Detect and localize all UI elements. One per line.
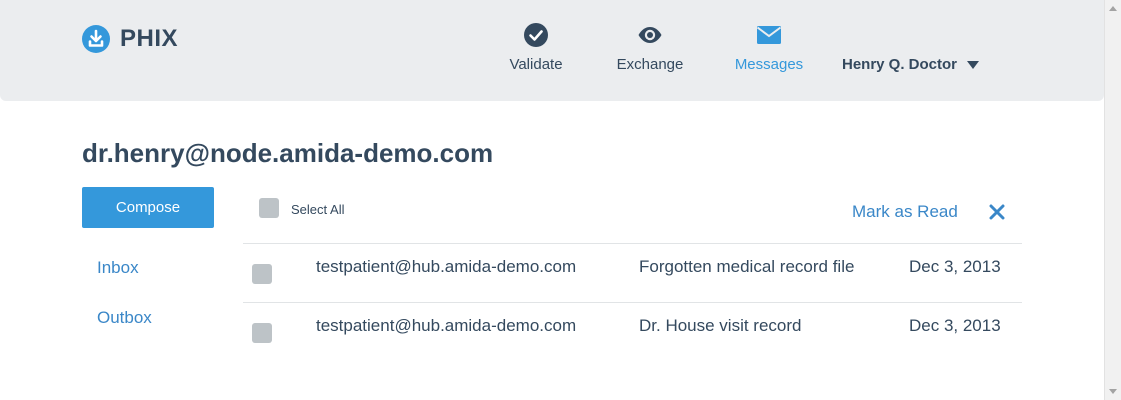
nav-exchange-label: Exchange [616, 56, 684, 73]
select-all-label: Select All [291, 202, 345, 217]
nav-messages[interactable]: Messages [722, 22, 816, 78]
folder-inbox[interactable]: Inbox [97, 258, 139, 278]
compose-button[interactable]: Compose [82, 187, 214, 228]
nav-messages-label: Messages [734, 56, 804, 73]
close-icon[interactable] [989, 204, 1005, 220]
vertical-scrollbar[interactable] [1104, 0, 1121, 400]
caret-down-icon [967, 60, 980, 69]
account-title: dr.henry@node.amida-demo.com [82, 138, 494, 168]
message-sender: testpatient@hub.amida-demo.com [316, 257, 577, 276]
message-row[interactable]: testpatient@hub.amida-demo.com Forgotten… [243, 244, 1022, 302]
message-checkbox[interactable] [252, 323, 272, 343]
message-subject: Forgotten medical record file [639, 257, 855, 276]
message-date: Dec 3, 2013 [909, 257, 1001, 276]
nav-validate[interactable]: Validate [494, 22, 578, 78]
scroll-down-arrow-icon[interactable] [1109, 389, 1117, 394]
page: PHIX Validate Exchange Messages Henry Q.… [0, 0, 1121, 400]
brand-name: PHIX [120, 25, 179, 52]
scroll-up-arrow-icon[interactable] [1109, 6, 1117, 11]
select-all-checkbox[interactable] [259, 198, 279, 218]
message-checkbox[interactable] [252, 264, 272, 284]
message-row[interactable]: testpatient@hub.amida-demo.com Dr. House… [243, 303, 1022, 361]
envelope-icon [756, 26, 782, 44]
folder-outbox[interactable]: Outbox [97, 308, 152, 328]
check-circle-icon [524, 23, 548, 47]
message-sender: testpatient@hub.amida-demo.com [316, 316, 577, 335]
top-navbar: PHIX Validate Exchange Messages Henry Q.… [0, 0, 1104, 101]
user-dropdown[interactable]: Henry Q. Doctor [842, 56, 980, 73]
nav-exchange[interactable]: Exchange [605, 22, 695, 78]
brand-link[interactable]: PHIX [82, 25, 178, 53]
message-subject: Dr. House visit record [639, 316, 802, 335]
message-date: Dec 3, 2013 [909, 316, 1001, 335]
download-icon [82, 25, 110, 53]
nav-validate-label: Validate [509, 56, 563, 73]
eye-icon [638, 27, 662, 43]
user-name: Henry Q. Doctor [842, 56, 958, 73]
mark-as-read-button[interactable]: Mark as Read [852, 202, 958, 222]
